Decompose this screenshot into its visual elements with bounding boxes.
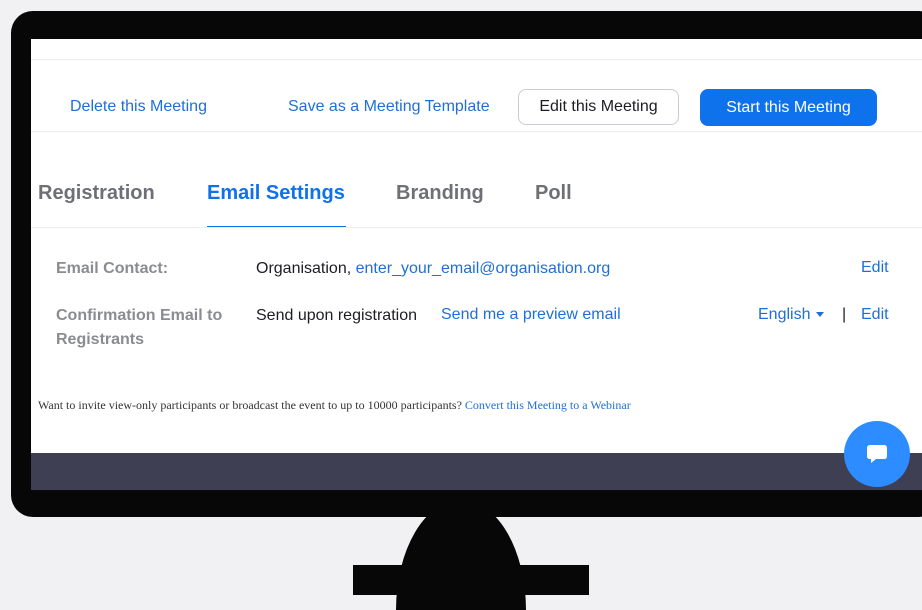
confirmation-label-line2: Registrants <box>56 331 145 348</box>
confirmation-label-line1: Confirmation Email to <box>56 307 223 324</box>
chat-button[interactable] <box>844 421 910 487</box>
actions-divider <box>31 131 922 132</box>
send-preview-email-link[interactable]: Send me a preview email <box>441 306 621 324</box>
webinar-note: Want to invite view-only participants or… <box>38 398 631 413</box>
save-template-link[interactable]: Save as a Meeting Template <box>288 98 490 116</box>
screen: Delete this Meeting Save as a Meeting Te… <box>31 39 922 490</box>
tab-email-settings[interactable]: Email Settings <box>207 182 345 205</box>
email-address-link[interactable]: enter_your_email@organisation.org <box>356 260 611 277</box>
email-contact-value: Organisation, enter_your_email@organisat… <box>256 257 610 281</box>
confirmation-value: Send upon registration <box>256 307 417 324</box>
tab-poll[interactable]: Poll <box>535 182 572 205</box>
webinar-note-text: Want to invite view-only participants or… <box>38 398 462 412</box>
row-separator: | <box>842 306 847 323</box>
tab-registration[interactable]: Registration <box>38 182 155 205</box>
language-dropdown[interactable]: English <box>758 306 825 324</box>
tabs-divider <box>31 227 922 228</box>
edit-email-contact-link[interactable]: Edit <box>861 259 889 277</box>
edit-confirmation-link[interactable]: Edit <box>861 306 889 324</box>
top-divider <box>31 59 922 60</box>
footer-bar <box>31 453 922 490</box>
tab-branding[interactable]: Branding <box>396 182 484 205</box>
confirmation-email-label: Confirmation Email to Registrants <box>56 304 222 352</box>
convert-to-webinar-link[interactable]: Convert this Meeting to a Webinar <box>465 398 631 412</box>
edit-meeting-button[interactable]: Edit this Meeting <box>518 89 679 125</box>
organisation-name: Organisation, <box>256 260 352 277</box>
delete-meeting-link[interactable]: Delete this Meeting <box>70 98 207 116</box>
monitor-stand-base <box>353 565 589 595</box>
chat-bubble-icon <box>867 445 887 463</box>
caret-down-icon <box>816 312 825 318</box>
start-meeting-button[interactable]: Start this Meeting <box>700 89 877 126</box>
email-contact-label: Email Contact: <box>56 260 169 277</box>
language-value: English <box>758 306 811 323</box>
